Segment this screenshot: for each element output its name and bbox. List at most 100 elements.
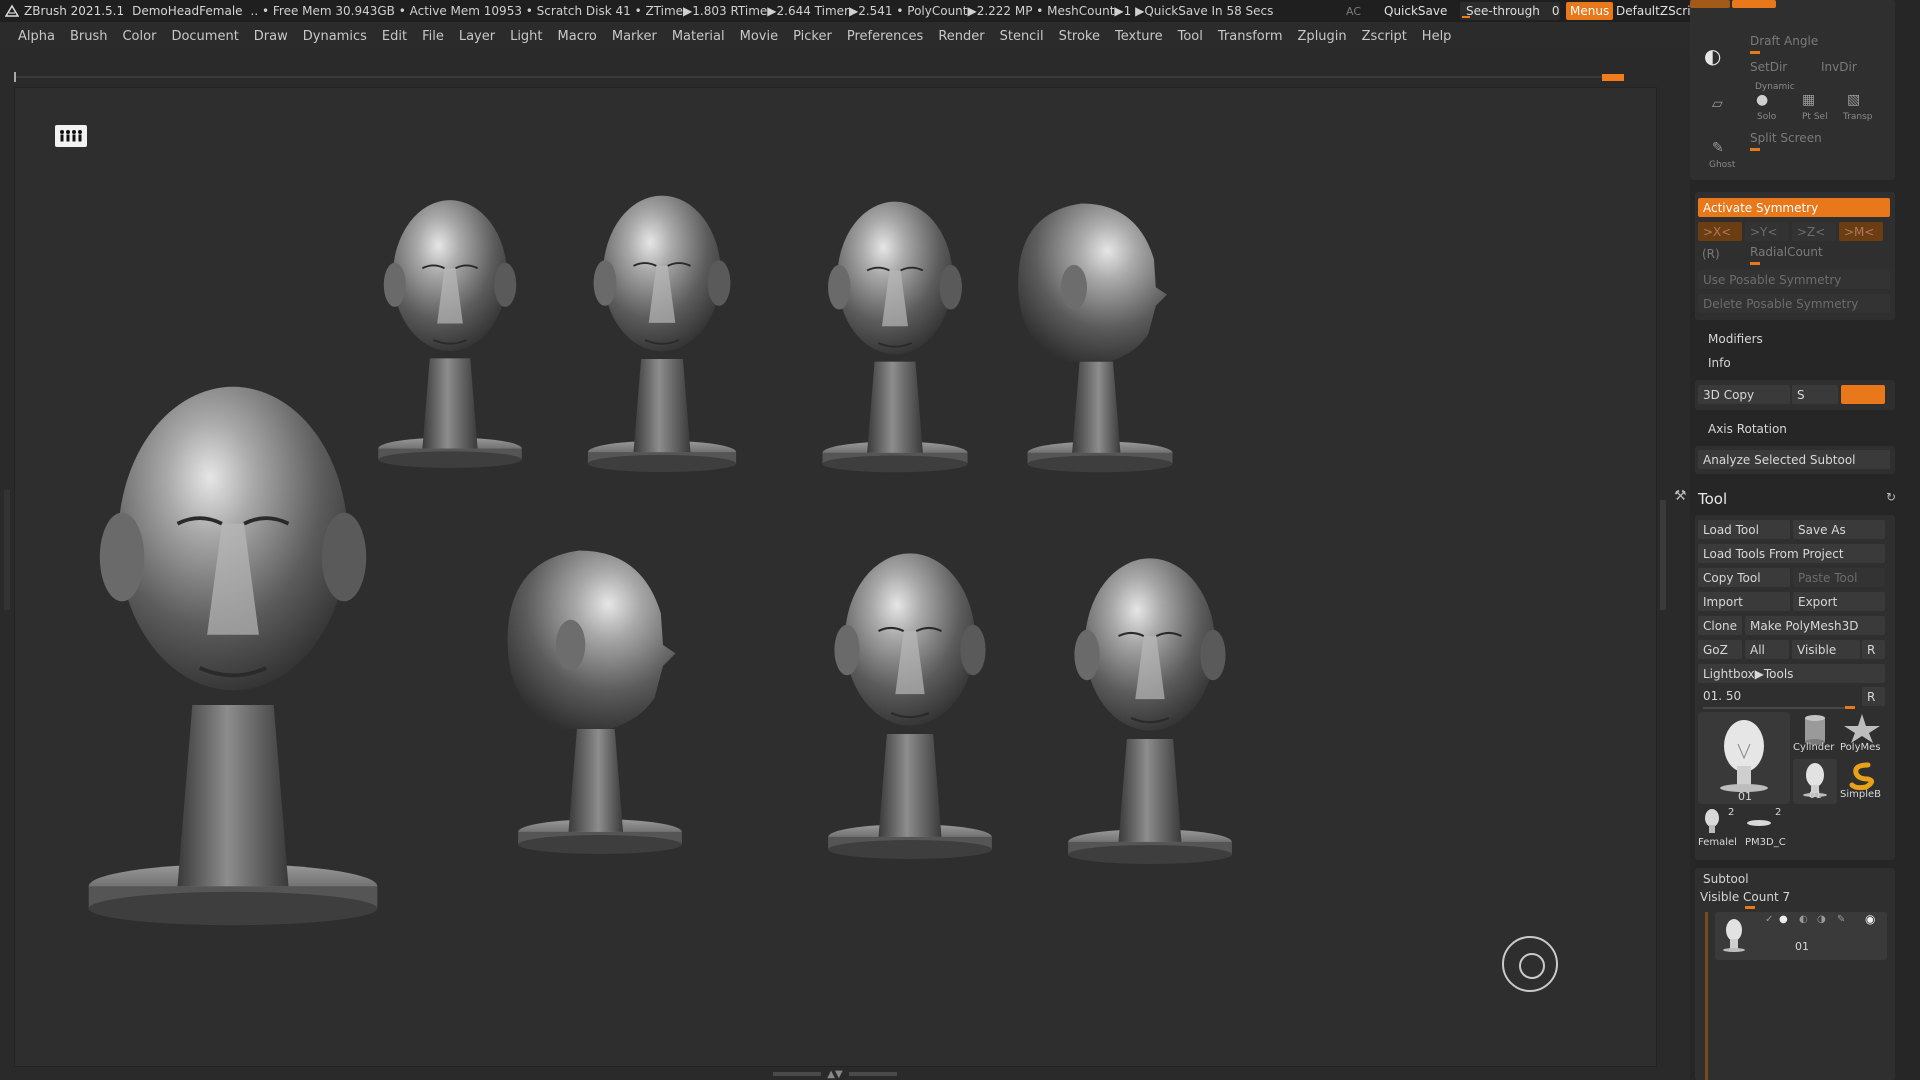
menu-alpha[interactable]: Alpha (18, 29, 55, 44)
subtool-brush-icon[interactable]: ✓ (1765, 914, 1773, 925)
current-tool-slider-label[interactable]: 01. 50 (1703, 689, 1741, 703)
tool-thumb-female[interactable]: 2 Femalel (1698, 807, 1742, 851)
goz-all-button[interactable]: All (1745, 640, 1789, 659)
subtool-eye-icon[interactable]: ◉ (1865, 912, 1875, 926)
delete-posable-symmetry-button[interactable]: Delete Posable Symmetry (1698, 294, 1890, 313)
cube-icon[interactable]: ▱ (1712, 96, 1723, 112)
refresh-icon[interactable]: ↻ (1886, 490, 1896, 504)
tool-thumb-pm3d[interactable]: 2 PM3D_C (1745, 807, 1789, 851)
pin-icon[interactable]: ⚒ (1674, 488, 1687, 504)
symmetry-z-button[interactable]: >Z< (1792, 222, 1836, 241)
radial-r-toggle[interactable]: (R) (1702, 247, 1720, 261)
see-through-slider[interactable]: See-through 0 (1460, 2, 1560, 20)
menu-layer[interactable]: Layer (459, 29, 495, 44)
tool-thumb-simpleb[interactable]: SimpleB (1840, 759, 1888, 804)
import-button[interactable]: Import (1698, 592, 1790, 611)
current-tool-r-button[interactable]: R (1862, 687, 1885, 706)
load-tool-button[interactable]: Load Tool (1698, 520, 1790, 539)
menu-stroke[interactable]: Stroke (1059, 29, 1100, 44)
tool-thumb-main[interactable]: 01 (1698, 712, 1790, 804)
load-tools-from-project-button[interactable]: Load Tools From Project (1698, 544, 1885, 563)
copy-tool-button[interactable]: Copy Tool (1698, 568, 1790, 587)
zbrush-logo-icon[interactable] (4, 3, 20, 19)
tool-palette-title[interactable]: Tool (1698, 490, 1727, 508)
menu-stencil[interactable]: Stencil (1000, 29, 1044, 44)
menu-zplugin[interactable]: Zplugin (1298, 29, 1347, 44)
save-as-button[interactable]: Save As (1793, 520, 1885, 539)
inv-dir-button[interactable]: InvDir (1821, 60, 1857, 74)
right-tray-grip[interactable] (1660, 500, 1666, 610)
ghost-icon[interactable]: ✎ (1712, 140, 1724, 156)
menu-marker[interactable]: Marker (612, 29, 657, 44)
tool-thumb-cylinder[interactable]: Cylinder (1793, 712, 1837, 756)
subtool-item[interactable]: ✓ ● ◐ ◑ ✎ ◉ 01 (1715, 912, 1887, 960)
modifiers-header[interactable]: Modifiers (1708, 332, 1763, 346)
clone-button[interactable]: Clone (1698, 616, 1742, 635)
menu-material[interactable]: Material (672, 29, 725, 44)
menu-render[interactable]: Render (938, 29, 984, 44)
menu-draw[interactable]: Draw (254, 29, 288, 44)
make-polymesh3d-button[interactable]: Make PolyMesh3D (1745, 616, 1885, 635)
menu-file[interactable]: File (422, 29, 444, 44)
menu-help[interactable]: Help (1422, 29, 1452, 44)
subtool-edit-icon[interactable]: ✎ (1837, 914, 1845, 925)
use-posable-symmetry-button[interactable]: Use Posable Symmetry (1698, 270, 1890, 289)
draft-angle-label[interactable]: Draft Angle (1750, 34, 1818, 48)
tool-thumb-polymesh[interactable]: PolyMes (1840, 712, 1888, 756)
info-header[interactable]: Info (1708, 356, 1731, 370)
split-screen-label[interactable]: Split Screen (1750, 131, 1822, 145)
current-tool-slider-thumb[interactable] (1845, 706, 1855, 709)
menu-brush[interactable]: Brush (70, 29, 108, 44)
document-canvas[interactable] (14, 87, 1657, 1067)
menu-tool[interactable]: Tool (1178, 29, 1203, 44)
goz-r-button[interactable]: R (1862, 640, 1885, 659)
export-button[interactable]: Export (1793, 592, 1885, 611)
left-tray-grip[interactable] (4, 490, 10, 610)
menu-preferences[interactable]: Preferences (847, 29, 923, 44)
tool-thumb-small-head[interactable]: 01 (1793, 759, 1837, 804)
current-tool-slider-track[interactable] (1703, 707, 1853, 709)
timeline-handle[interactable] (1602, 74, 1624, 81)
draw-toggle-button[interactable] (1732, 0, 1776, 8)
subtool-blend-icon[interactable]: ◐ (1799, 914, 1808, 925)
radial-count-slider[interactable] (1750, 262, 1760, 265)
menu-edit[interactable]: Edit (382, 29, 407, 44)
pt-sel-icon[interactable]: ▦ (1802, 92, 1815, 108)
3d-copy-s-button[interactable]: S (1792, 385, 1838, 404)
set-dir-button[interactable]: SetDir (1750, 60, 1787, 74)
menu-picker[interactable]: Picker (793, 29, 832, 44)
menu-dynamics[interactable]: Dynamics (303, 29, 367, 44)
3d-copy-toggle[interactable] (1841, 385, 1885, 404)
paste-tool-button[interactable]: Paste Tool (1793, 568, 1885, 587)
menu-macro[interactable]: Macro (558, 29, 597, 44)
bottom-shelf-handle[interactable]: ▲▼ (770, 1068, 900, 1080)
menu-transform[interactable]: Transform (1218, 29, 1283, 44)
menu-document[interactable]: Document (171, 29, 238, 44)
symmetry-m-button[interactable]: >M< (1839, 222, 1883, 241)
menu-light[interactable]: Light (510, 29, 542, 44)
goz-visible-button[interactable]: Visible (1792, 640, 1860, 659)
menu-zscript[interactable]: Zscript (1362, 29, 1407, 44)
subtool-material-icon[interactable]: ◑ (1817, 914, 1826, 925)
lightbox-tools-button[interactable]: Lightbox▶Tools (1698, 664, 1885, 683)
analyze-selected-subtool-button[interactable]: Analyze Selected Subtool (1698, 450, 1890, 469)
activate-symmetry-button[interactable]: Activate Symmetry (1698, 198, 1890, 217)
3d-copy-button[interactable]: 3D Copy (1698, 385, 1790, 404)
timeline[interactable] (14, 72, 1624, 82)
subtool-header[interactable]: Subtool (1703, 872, 1749, 886)
split-screen-slider[interactable] (1750, 148, 1760, 151)
visible-count-label[interactable]: Visible Count 7 (1700, 890, 1790, 904)
goz-button[interactable]: GoZ (1698, 640, 1742, 659)
contrast-icon[interactable]: ◐ (1704, 44, 1721, 68)
axis-rotation-header[interactable]: Axis Rotation (1708, 422, 1787, 436)
menu-texture[interactable]: Texture (1115, 29, 1163, 44)
draft-angle-slider[interactable] (1750, 51, 1760, 54)
transp-icon[interactable]: ▧ (1847, 92, 1860, 108)
menu-color[interactable]: Color (122, 29, 156, 44)
quicksave-button[interactable]: QuickSave (1384, 0, 1447, 22)
edit-toggle-button[interactable] (1690, 0, 1730, 8)
radial-count-label[interactable]: RadialCount (1750, 245, 1823, 259)
menu-movie[interactable]: Movie (740, 29, 778, 44)
symmetry-x-button[interactable]: >X< (1698, 222, 1742, 241)
menus-toggle[interactable]: Menus (1566, 2, 1614, 20)
